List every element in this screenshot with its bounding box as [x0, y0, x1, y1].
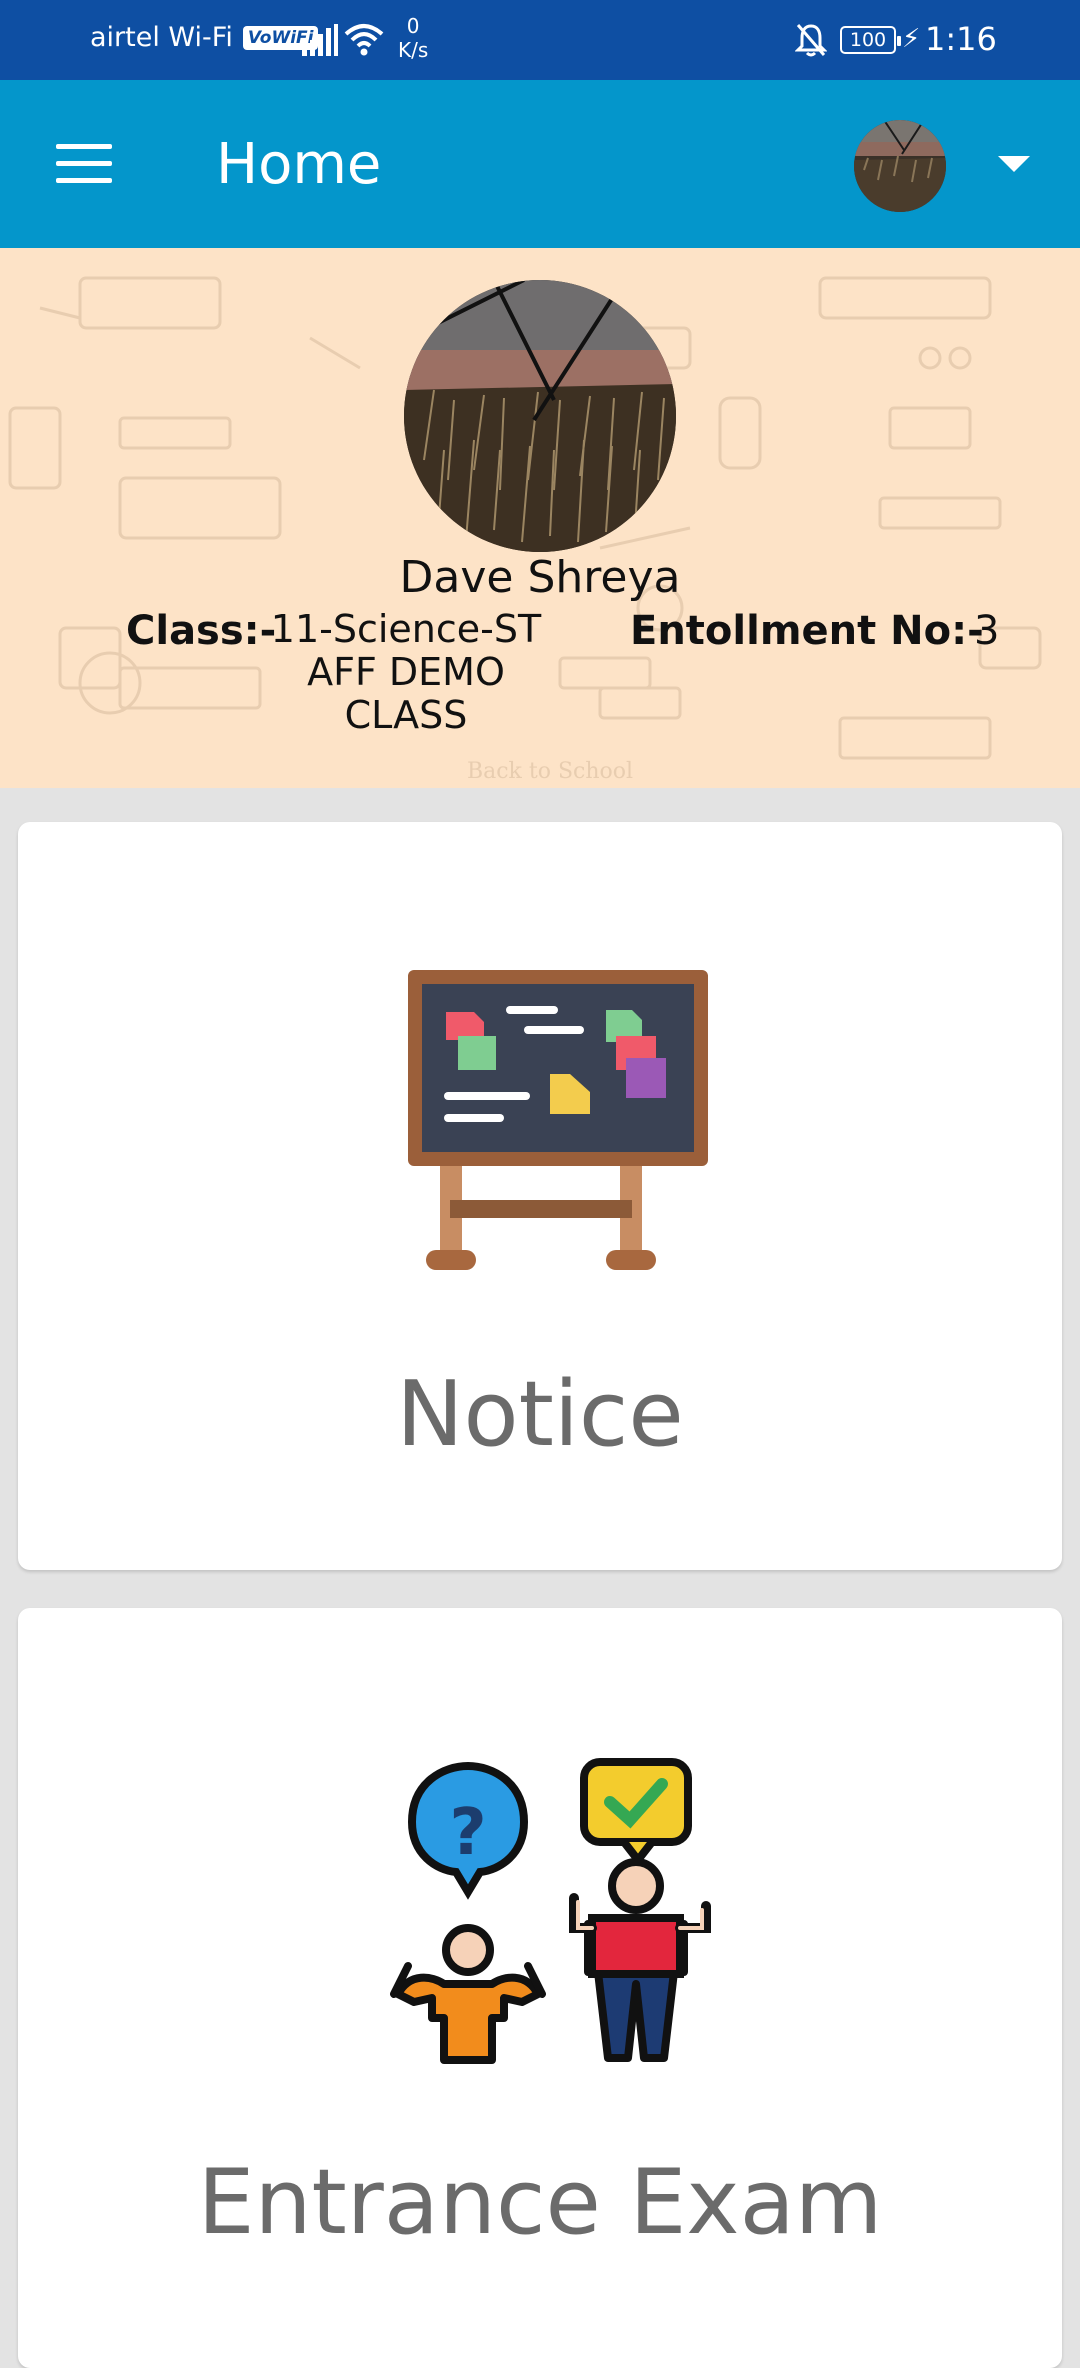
- class-label: Class:-: [126, 608, 277, 654]
- entrance-exam-card[interactable]: ? Entrance Exam: [18, 1608, 1062, 2368]
- battery-icon: 100: [840, 26, 901, 54]
- notice-board-icon: [408, 970, 708, 1270]
- profile-banner: Back to School Dave Shreya Class:- 11-Sc…: [0, 248, 1080, 788]
- carrier-info: airtel Wi-Fi VoWiFi: [90, 22, 319, 53]
- wifi-icon: [344, 24, 384, 56]
- speed-value: 0: [406, 14, 420, 38]
- avatar[interactable]: [854, 120, 946, 212]
- enrollment-value: 3: [974, 608, 1000, 654]
- status-time: 1:16: [925, 20, 997, 58]
- notice-label: Notice: [396, 1362, 684, 1467]
- entrance-exam-icon: ?: [390, 1758, 711, 2064]
- caret-down-icon[interactable]: [998, 156, 1030, 172]
- charge-icon: ⚡: [902, 24, 921, 54]
- enrollment-label: Entollment No:-: [630, 608, 984, 654]
- entrance-exam-label: Entrance Exam: [197, 2150, 883, 2255]
- svg-text:?: ?: [449, 1796, 486, 1870]
- profile-photo[interactable]: [404, 280, 676, 552]
- status-bar: airtel Wi-Fi VoWiFi 0 K/s 100 ⚡ 1:16: [0, 0, 1080, 80]
- student-name: Dave Shreya: [399, 552, 681, 603]
- app-bar: Home: [0, 80, 1080, 248]
- hamburger-menu-icon[interactable]: [56, 144, 112, 184]
- speed-unit: K/s: [398, 38, 429, 62]
- bell-off-icon: [795, 24, 827, 57]
- signal-icon: [302, 24, 338, 56]
- banner-caption: Back to School: [467, 759, 633, 784]
- carrier-name: airtel Wi-Fi: [90, 22, 233, 53]
- notice-card[interactable]: Notice: [18, 822, 1062, 1570]
- network-speed: 0 K/s: [398, 14, 428, 62]
- page-title: Home: [216, 132, 382, 197]
- class-value: 11-Science-ST AFF DEMO CLASS: [270, 607, 542, 737]
